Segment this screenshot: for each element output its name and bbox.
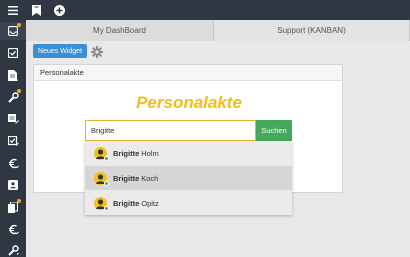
- sidebar: [0, 20, 26, 257]
- document-icon[interactable]: [0, 66, 26, 84]
- result-last-name: Koch: [141, 173, 159, 183]
- result-last-name: Holm: [141, 148, 159, 158]
- check-square-icon[interactable]: [0, 44, 26, 62]
- euro-icon[interactable]: [0, 220, 26, 238]
- user-avatar-icon: [94, 171, 109, 186]
- online-status-icon: [104, 155, 109, 161]
- inbox-icon[interactable]: [0, 22, 26, 40]
- result-first-name: Brigitte: [113, 198, 140, 208]
- online-status-icon: [104, 180, 109, 186]
- list-item[interactable]: Brigitte Holm: [85, 141, 292, 165]
- new-widget-button[interactable]: Neues Widget: [33, 44, 87, 58]
- result-first-name: Brigitte: [113, 148, 140, 158]
- tab-my-dashboard[interactable]: My DashBoard: [26, 20, 214, 41]
- search-button[interactable]: Suchen: [256, 120, 292, 141]
- dashboard-tabs: My DashBoard Support (KANBAN): [26, 20, 410, 41]
- copy-icon[interactable]: [0, 198, 26, 216]
- widget-title: Personalakte: [136, 93, 242, 112]
- tab-support-kanban[interactable]: Support (KANBAN): [214, 20, 410, 41]
- widget-header: Personalakte: [34, 65, 342, 81]
- user-avatar-icon: [94, 196, 109, 211]
- gear-icon[interactable]: [91, 45, 103, 58]
- list-item[interactable]: Brigitte Koch: [85, 166, 292, 190]
- plus-icon[interactable]: [52, 3, 66, 17]
- result-first-name: Brigitte: [113, 173, 140, 183]
- user-avatar-icon: [94, 146, 109, 161]
- wrench-icon[interactable]: [0, 88, 26, 106]
- result-last-name: Opitz: [141, 198, 159, 208]
- check-edit-icon[interactable]: [0, 132, 26, 150]
- tools-icon[interactable]: [0, 244, 26, 257]
- menu-icon[interactable]: [6, 3, 20, 17]
- search-bar: Suchen: [85, 120, 292, 141]
- euro-icon[interactable]: [0, 154, 26, 172]
- online-status-icon: [104, 205, 109, 211]
- list-item[interactable]: Brigitte Opitz: [85, 191, 292, 215]
- search-input[interactable]: [85, 120, 256, 141]
- user-card-icon[interactable]: [0, 176, 26, 194]
- notification-dot: [17, 23, 21, 27]
- document-edit-icon[interactable]: [0, 110, 26, 128]
- search-results-dropdown: Brigitte Holm Brigitte Koch Brigitte Opi…: [85, 141, 292, 215]
- notification-dot: [17, 89, 21, 93]
- notification-dot: [17, 199, 21, 203]
- top-bar: [0, 0, 410, 20]
- bookmark-icon[interactable]: [29, 3, 43, 17]
